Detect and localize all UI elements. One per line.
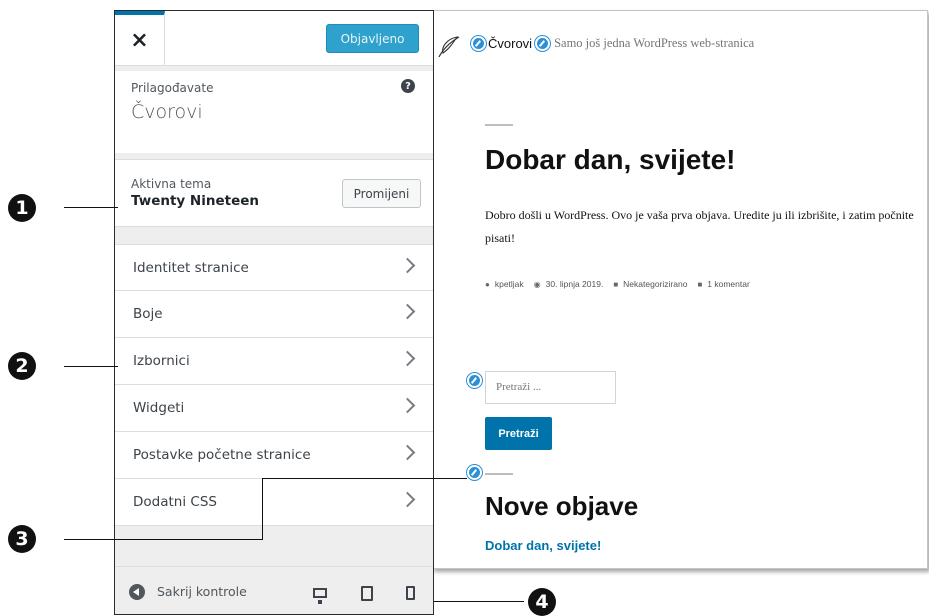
clock-icon: ◉ [533,279,541,289]
active-theme-label: Aktivna tema [131,177,212,191]
site-description: Samo još jedna WordPress web-stranica [554,35,755,50]
section-label: Izbornici [133,353,190,369]
section-label: Postavke početne stranice [133,447,311,463]
callout-line-4 [434,601,524,602]
recent-posts-title: Nove objave [485,491,639,521]
section-additional-css[interactable]: Dodatni CSS [115,479,433,526]
close-icon: × [130,28,149,53]
post-title[interactable]: Dobar dan, svijete! [485,144,736,176]
customizer-info: Prilagođavate Čvorovi ? [115,71,433,153]
section-label: Widgeti [133,400,185,416]
site-title-edit-icon[interactable] [471,35,486,51]
post-comments[interactable]: 1 komentar [707,279,750,289]
callout-line-3a [64,539,262,540]
callout-line-2 [64,366,118,367]
search-button[interactable]: Pretraži [485,417,552,450]
callout-line-1 [64,207,118,208]
feather-logo-icon [438,36,460,58]
post-author[interactable]: kpetljak [495,279,524,289]
callout-line-3b [262,478,263,540]
mobile-icon [405,586,415,600]
preview-tablet-button[interactable] [354,580,380,606]
callout-2: 2 [8,352,36,380]
active-theme-name: Twenty Nineteen [131,193,259,209]
callout-line-3c [262,478,467,479]
chevron-right-icon [399,303,416,320]
help-icon[interactable]: ? [401,79,415,93]
preview-mobile-button[interactable] [397,580,423,606]
close-button[interactable]: × [115,11,165,66]
separator [485,473,513,475]
customizer-sections: Identitet stranice Boje Izbornici Widget… [115,244,433,526]
chevron-right-icon [399,491,416,508]
callout-4: 4 [528,588,556,616]
chevron-right-icon [399,444,416,461]
publish-button[interactable]: Objavljeno [326,24,419,53]
folder-icon: ■ [613,279,619,289]
customizing-site-name: Čvorovi [131,101,203,123]
section-site-identity[interactable]: Identitet stranice [115,244,433,291]
chevron-right-icon [399,397,416,414]
customizer-footer: Sakrij kontrole [115,566,433,615]
section-homepage-settings[interactable]: Postavke početne stranice [115,432,433,479]
section-label: Dodatni CSS [133,494,217,510]
chevron-right-icon [399,350,416,367]
post-content: Dobro došli u WordPress. Ovo je vaša prv… [485,208,914,245]
active-device-indicator [300,614,346,615]
site-header: Čvorovi Samo još jedna WordPress web-str… [437,33,755,58]
customizing-label: Prilagođavate [131,81,214,95]
site-description-edit-icon[interactable] [535,35,551,51]
post-meta: ● kpetljak ◉ 30. lipnja 2019. ■ Nekatego… [485,279,750,289]
comment-icon: ■ [697,279,703,289]
recent-post-link[interactable]: Dobar dan, svijete! [485,538,601,553]
desktop-icon [313,588,327,604]
section-menus[interactable]: Izbornici [115,338,433,385]
section-widgets[interactable]: Widgeti [115,385,433,432]
section-label: Boje [133,306,163,322]
hide-controls-button[interactable]: Sakrij kontrole [157,584,247,599]
callout-1: 1 [8,194,36,222]
author-icon: ● [485,279,490,289]
search-widget-edit-icon[interactable] [467,373,482,388]
post-date[interactable]: 30. lipnja 2019. [546,279,604,289]
collapse-icon[interactable] [129,584,145,600]
site-title[interactable]: Čvorovi [488,36,532,51]
tablet-icon [361,585,373,601]
change-theme-button[interactable]: Promijeni [342,179,421,208]
customizer-header: × Objavljeno [115,11,433,66]
preview-desktop-button[interactable] [307,580,333,606]
customizer-sidebar: × Objavljeno Prilagođavate Čvorovi ? Akt… [114,10,434,615]
separator [485,124,513,126]
active-theme-panel: Aktivna tema Twenty Nineteen Promijeni [115,159,433,227]
search-input[interactable]: Pretraži ... [485,371,616,404]
chevron-right-icon [399,257,416,274]
section-colors[interactable]: Boje [115,291,433,338]
site-preview: Čvorovi Samo još jedna WordPress web-str… [432,10,928,569]
post-category[interactable]: Nekategorizirano [623,279,687,289]
section-label: Identitet stranice [133,259,249,276]
recent-posts-edit-icon[interactable] [467,465,482,480]
callout-3: 3 [8,525,36,553]
